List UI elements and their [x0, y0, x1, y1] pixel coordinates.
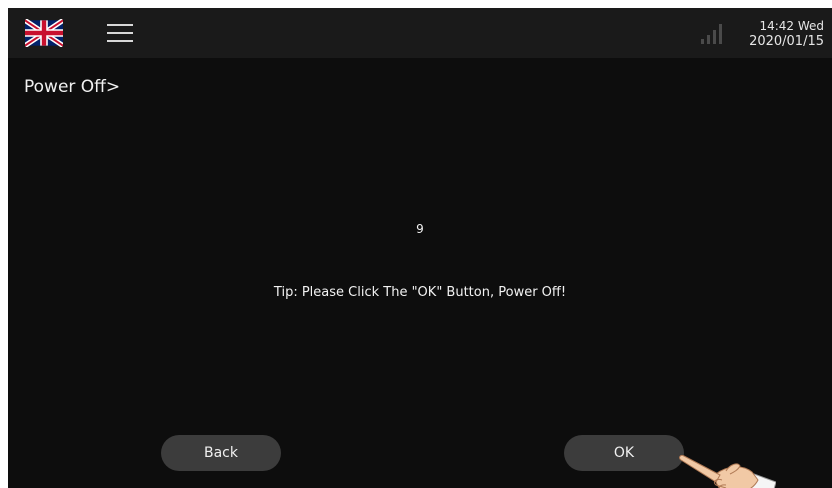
power-off-screen: 14:42 Wed 2020/01/15 Power Off> 9 Tip: P…: [8, 8, 832, 488]
clock: 14:42 Wed 2020/01/15: [732, 18, 824, 50]
tip-message: Tip: Please Click The "OK" Button, Power…: [273, 285, 567, 300]
countdown-value: 9: [416, 222, 424, 236]
pointing-hand-icon: [679, 455, 776, 488]
uk-flag-icon[interactable]: [25, 19, 63, 47]
back-button[interactable]: Back: [161, 435, 281, 471]
top-status-bar: 14:42 Wed 2020/01/15: [8, 8, 832, 58]
signal-strength-icon: [701, 24, 722, 44]
clock-time: 14:42 Wed: [759, 19, 824, 33]
page-title: Power Off>: [24, 77, 121, 97]
clock-date: 2020/01/15: [749, 34, 824, 49]
hamburger-menu-icon[interactable]: [107, 22, 133, 44]
ok-button[interactable]: OK: [564, 435, 684, 471]
